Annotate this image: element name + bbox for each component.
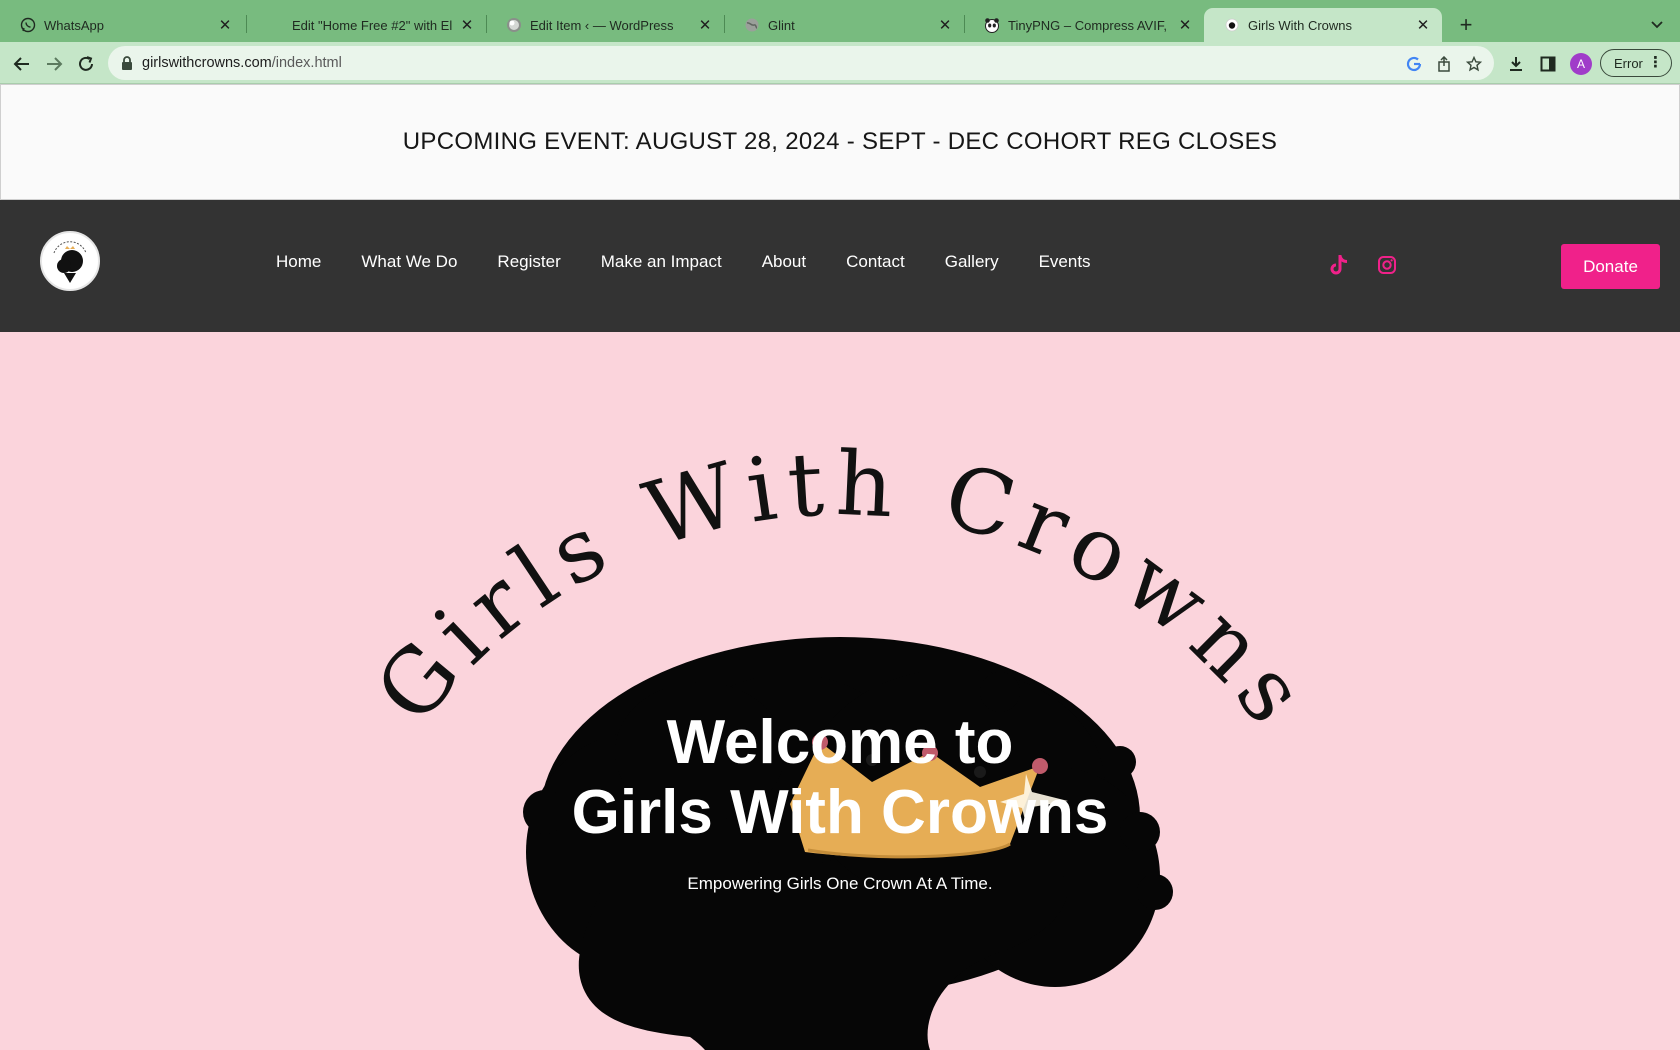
nav-home[interactable]: Home [276, 252, 321, 272]
browser-tab-strip: WhatsApp ✕ Edit "Home Free #2" with Elem… [0, 0, 1680, 42]
site-favicon [1224, 17, 1240, 33]
tab-title: TinyPNG – Compress AVIF, We [1008, 17, 1170, 33]
tab-whatsapp[interactable]: WhatsApp ✕ [0, 8, 244, 42]
tiktok-icon[interactable] [1329, 254, 1351, 276]
url-path: /index.html [271, 55, 342, 71]
error-button[interactable]: Error ⋮ [1600, 49, 1672, 77]
site-logo[interactable] [40, 231, 100, 291]
google-icon[interactable] [1404, 54, 1424, 74]
tab-elementor[interactable]: Edit "Home Free #2" with Elem ✕ [248, 8, 486, 42]
announcement-text: UPCOMING EVENT: AUGUST 28, 2024 - SEPT -… [402, 128, 1278, 155]
close-icon[interactable]: ✕ [696, 16, 714, 34]
tab-title: Girls With Crowns [1248, 17, 1353, 33]
back-button[interactable] [8, 50, 36, 78]
close-icon[interactable]: ✕ [458, 16, 476, 34]
nav-make-an-impact[interactable]: Make an Impact [601, 252, 722, 272]
tab-title: Edit "Home Free #2" with Elem [292, 17, 452, 33]
download-icon[interactable] [1504, 52, 1528, 76]
tab-divider [246, 15, 247, 33]
instagram-icon[interactable] [1376, 254, 1398, 276]
wordpress-icon [506, 17, 522, 33]
web-page: UPCOMING EVENT: AUGUST 28, 2024 - SEPT -… [0, 84, 1680, 1050]
url-text: girlswithcrowns.com/index.html [142, 55, 342, 71]
announcement-banner: UPCOMING EVENT: AUGUST 28, 2024 - SEPT -… [0, 84, 1680, 200]
whatsapp-icon [20, 17, 36, 33]
url-domain: girlswithcrowns.com [142, 55, 272, 71]
more-menu-icon[interactable]: ⋮ [1648, 55, 1663, 71]
new-tab-button[interactable]: + [1452, 11, 1480, 39]
lock-icon [122, 56, 132, 70]
hero-heading-line2: Girls With Crowns [571, 778, 1109, 847]
hero-heading-line1: Welcome to [666, 708, 1014, 777]
hero-subtitle: Empowering Girls One Crown At A Time. [687, 874, 993, 893]
address-bar[interactable]: girlswithcrowns.com/index.html [108, 46, 1494, 80]
side-panel-icon[interactable] [1536, 52, 1560, 76]
hero-heading: Welcome to Girls With Crowns [0, 708, 1680, 848]
globe-icon [744, 17, 760, 33]
hero-logo-illustration: Girls With Crowns [355, 432, 1325, 1050]
panda-icon [984, 17, 1000, 33]
forward-arrow-icon [47, 57, 63, 71]
reload-button[interactable] [72, 50, 100, 78]
tab-title: Edit Item ‹ — WordPress [530, 17, 674, 33]
nav-about[interactable]: About [762, 252, 806, 272]
error-label: Error [1614, 55, 1643, 71]
tab-tinypng[interactable]: TinyPNG – Compress AVIF, We ✕ [964, 8, 1204, 42]
tab-wordpress[interactable]: Edit Item ‹ — WordPress ✕ [486, 8, 724, 42]
share-icon[interactable] [1434, 54, 1454, 74]
close-icon[interactable]: ✕ [216, 16, 234, 34]
nav-what-we-do[interactable]: What We Do [361, 252, 457, 272]
nav-events[interactable]: Events [1039, 252, 1091, 272]
reload-icon [79, 56, 93, 71]
hero-section: Girls With Crowns Welcome to Girls With … [0, 332, 1680, 1050]
profile-avatar[interactable]: A [1570, 53, 1592, 75]
elementor-icon [268, 17, 284, 33]
tab-title: Glint [768, 17, 795, 33]
tab-glint[interactable]: Glint ✕ [724, 8, 964, 42]
bookmark-star-icon[interactable] [1464, 54, 1484, 74]
tab-title: WhatsApp [44, 17, 104, 33]
close-icon[interactable]: ✕ [936, 16, 954, 34]
chevron-down-icon[interactable] [1645, 12, 1669, 36]
forward-button[interactable] [40, 50, 68, 78]
back-arrow-icon [13, 57, 29, 71]
browser-toolbar: girlswithcrowns.com/index.html A Error ⋮ [0, 42, 1680, 84]
tab-girls-with-crowns[interactable]: Girls With Crowns ✕ [1204, 8, 1442, 42]
nav-contact[interactable]: Contact [846, 252, 905, 272]
nav-register[interactable]: Register [497, 252, 560, 272]
site-navbar: Home What We Do Register Make an Impact … [0, 200, 1680, 332]
close-icon[interactable]: ✕ [1414, 16, 1432, 34]
donate-button[interactable]: Donate [1561, 244, 1660, 289]
main-menu: Home What We Do Register Make an Impact … [276, 252, 1131, 272]
close-icon[interactable]: ✕ [1176, 16, 1194, 34]
nav-gallery[interactable]: Gallery [945, 252, 999, 272]
